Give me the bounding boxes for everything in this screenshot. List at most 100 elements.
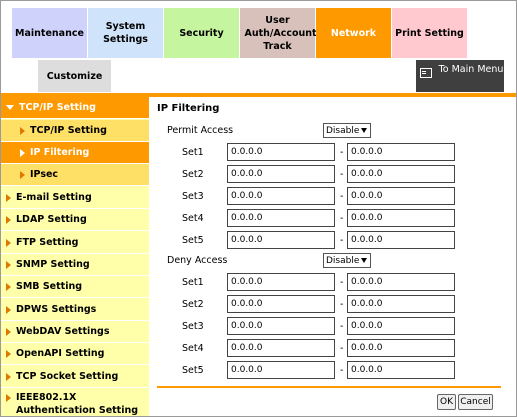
sidebar-subitem-tcpip-setting[interactable]: TCP/IP Setting — [1, 120, 149, 142]
collapsed-arrow-icon — [6, 349, 11, 358]
tab-maintenance[interactable]: Maintenance — [12, 8, 87, 58]
permit-set2-label: Set2 — [182, 169, 204, 180]
web-utility-window: Maintenance System Settings Security Use… — [0, 0, 517, 417]
content-divider — [157, 386, 501, 388]
deny-set3-label: Set3 — [182, 321, 204, 332]
tab-system-settings[interactable]: System Settings — [88, 8, 163, 58]
deny-set4-from-input[interactable]: 0.0.0.0 — [227, 339, 335, 357]
sidebar-item-label: IPsec — [30, 169, 59, 180]
collapsed-arrow-icon — [6, 282, 11, 291]
sidebar-item-label: IEEE802.1X Authentication Setting — [16, 392, 139, 416]
range-separator: - — [340, 277, 344, 288]
range-separator: - — [340, 169, 344, 180]
deny-set4-to-input[interactable]: 0.0.0.0 — [347, 339, 455, 357]
deny-set2-from-input[interactable]: 0.0.0.0 — [227, 295, 335, 313]
permit-set1-from-input[interactable]: 0.0.0.0 — [227, 143, 335, 161]
permit-access-label: Permit Access — [167, 125, 234, 136]
sidebar-item-dpws-settings[interactable]: DPWS Settings — [1, 299, 149, 321]
deny-set1-from-input[interactable]: 0.0.0.0 — [227, 273, 335, 291]
tab-user-auth-label: User Auth/Account Track — [244, 14, 317, 52]
permit-set5-to-input[interactable]: 0.0.0.0 — [347, 231, 455, 249]
deny-set5-to-input[interactable]: 0.0.0.0 — [347, 361, 455, 379]
range-separator: - — [340, 191, 344, 202]
collapsed-arrow-icon — [20, 170, 25, 179]
sidebar-item-ftp-setting[interactable]: FTP Setting — [1, 232, 149, 254]
sidebar-item-label: LDAP Setting — [16, 214, 87, 225]
deny-set1-to-input[interactable]: 0.0.0.0 — [347, 273, 455, 291]
deny-set1-label: Set1 — [182, 277, 204, 288]
main-menu-icon — [420, 68, 432, 78]
permit-set5-from-input[interactable]: 0.0.0.0 — [227, 231, 335, 249]
collapsed-arrow-icon — [6, 327, 11, 336]
sidebar-item-label: TCP/IP Setting — [19, 102, 96, 113]
sidebar-subitem-ip-filtering[interactable]: IP Filtering — [1, 142, 149, 164]
sidebar-item-label: TCP/IP Setting — [30, 125, 107, 136]
range-separator: - — [340, 343, 344, 354]
sidebar-item-openapi-setting[interactable]: OpenAPI Setting — [1, 343, 149, 365]
range-separator: - — [340, 365, 344, 376]
sidebar-item-label: SNMP Setting — [16, 259, 90, 270]
deny-access-label: Deny Access — [167, 255, 228, 266]
sidebar-item-ldap-setting[interactable]: LDAP Setting — [1, 209, 149, 231]
permit-set2-from-input[interactable]: 0.0.0.0 — [227, 165, 335, 183]
permit-set3-to-input[interactable]: 0.0.0.0 — [347, 187, 455, 205]
permit-set2-to-input[interactable]: 0.0.0.0 — [347, 165, 455, 183]
sidebar-item-email-setting[interactable]: E-mail Setting — [1, 187, 149, 209]
sidebar-item-snmp-setting[interactable]: SNMP Setting — [1, 254, 149, 276]
to-main-menu-label: To Main Menu — [438, 64, 504, 75]
sidebar-item-label: OpenAPI Setting — [16, 348, 105, 359]
tab-network[interactable]: Network — [316, 8, 391, 58]
to-main-menu-button[interactable]: To Main Menu — [416, 60, 504, 92]
tab-user-auth-account-track[interactable]: User Auth/Account Track — [240, 8, 317, 58]
collapsed-arrow-icon — [6, 394, 11, 402]
sidebar-item-tcp-socket-setting[interactable]: TCP Socket Setting — [1, 366, 149, 388]
tab-security[interactable]: Security — [164, 8, 239, 58]
deny-set3-to-input[interactable]: 0.0.0.0 — [347, 317, 455, 335]
sidebar-item-label: DPWS Settings — [16, 304, 97, 315]
permit-access-select[interactable]: Disable — [323, 123, 371, 138]
cancel-button[interactable]: Cancel — [458, 394, 493, 410]
sidebar-item-label: TCP Socket Setting — [16, 371, 119, 382]
expanded-arrow-icon — [6, 105, 14, 110]
deny-access-select[interactable]: Disable — [323, 253, 371, 268]
range-separator: - — [340, 299, 344, 310]
deny-access-value: Disable — [326, 255, 360, 266]
collapsed-arrow-icon — [20, 126, 25, 135]
permit-set1-to-input[interactable]: 0.0.0.0 — [347, 143, 455, 161]
range-separator: - — [340, 147, 344, 158]
permit-set1-label: Set1 — [182, 147, 204, 158]
sidebar-item-label: SMB Setting — [16, 281, 83, 292]
permit-access-value: Disable — [326, 125, 360, 136]
range-separator: - — [340, 235, 344, 246]
range-separator: - — [340, 321, 344, 332]
sidebar: TCP/IP Setting TCP/IP Setting IP Filteri… — [1, 97, 149, 416]
page-title: IP Filtering — [157, 103, 220, 114]
tab-print-setting[interactable]: Print Setting — [392, 8, 467, 58]
chevron-down-icon — [361, 128, 367, 133]
chevron-down-icon — [361, 258, 367, 263]
sidebar-item-label: WebDAV Settings — [16, 326, 110, 337]
deny-set3-from-input[interactable]: 0.0.0.0 — [227, 317, 335, 335]
collapsed-arrow-icon — [6, 260, 11, 269]
collapsed-arrow-icon — [6, 305, 11, 314]
deny-set5-from-input[interactable]: 0.0.0.0 — [227, 361, 335, 379]
permit-set4-to-input[interactable]: 0.0.0.0 — [347, 209, 455, 227]
sidebar-item-webdav-settings[interactable]: WebDAV Settings — [1, 321, 149, 343]
range-separator: - — [340, 213, 344, 224]
sidebar-item-smb-setting[interactable]: SMB Setting — [1, 276, 149, 298]
deny-set5-label: Set5 — [182, 365, 204, 376]
tab-customize[interactable]: Customize — [38, 60, 111, 92]
permit-set4-from-input[interactable]: 0.0.0.0 — [227, 209, 335, 227]
ok-button[interactable]: OK — [437, 394, 456, 410]
permit-set5-label: Set5 — [182, 235, 204, 246]
permit-set4-label: Set4 — [182, 213, 204, 224]
collapsed-arrow-icon — [6, 215, 11, 224]
sidebar-item-ieee8021x-setting[interactable]: IEEE802.1X Authentication Setting — [1, 388, 149, 416]
deny-set2-to-input[interactable]: 0.0.0.0 — [347, 295, 455, 313]
sidebar-item-tcpip-setting[interactable]: TCP/IP Setting — [1, 97, 149, 119]
permit-set3-from-input[interactable]: 0.0.0.0 — [227, 187, 335, 205]
deny-set2-label: Set2 — [182, 299, 204, 310]
sidebar-subitem-ipsec[interactable]: IPsec — [1, 164, 149, 186]
collapsed-arrow-icon — [20, 148, 25, 157]
sidebar-divider — [149, 97, 151, 416]
